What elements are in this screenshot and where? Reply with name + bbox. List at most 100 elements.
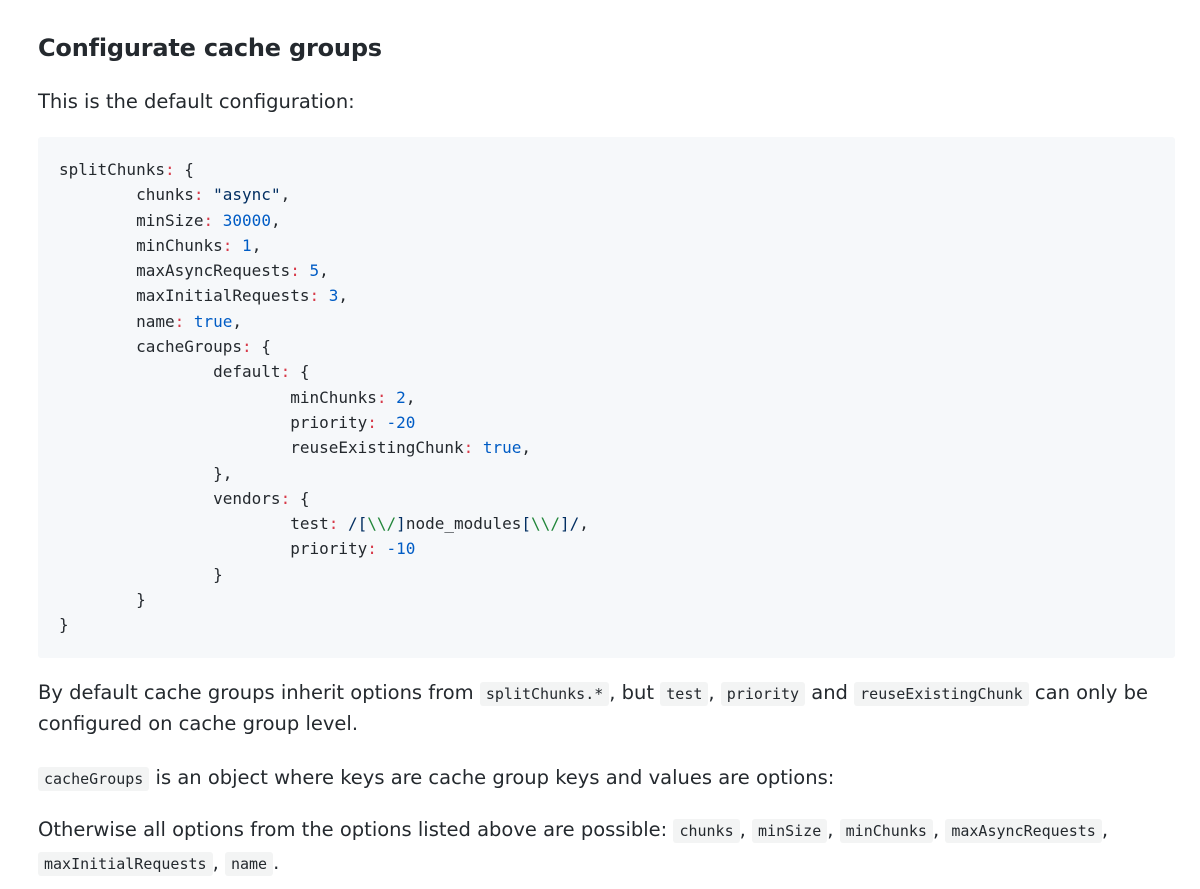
- code-token: :: [376, 387, 387, 407]
- code-token: {: [290, 362, 310, 382]
- code-token: :: [242, 337, 252, 357]
- code-token: splitChunks: [59, 160, 165, 179]
- inline-code-splitchunks: splitChunks.*: [479, 682, 610, 706]
- code-token: minSize: [59, 210, 204, 230]
- inline-code-reuseexistingchunk: reuseExistingChunk: [854, 682, 1029, 706]
- code-token: :: [328, 514, 339, 534]
- inline-code-minchunks: minChunks: [839, 819, 933, 843]
- intro-paragraph: This is the default configuration:: [38, 90, 355, 113]
- text-fragment: and: [805, 681, 855, 704]
- code-token: name: [59, 311, 175, 331]
- text-fragment: ,: [932, 818, 946, 841]
- code-token: [: [521, 514, 532, 534]
- code-token: test: [59, 514, 329, 534]
- code-token: reuseExistingChunk: [59, 438, 464, 458]
- code-token: :: [164, 160, 175, 179]
- code-token: }: [59, 590, 146, 610]
- text-fragment: ,: [708, 681, 721, 704]
- code-line: reuseExistingChunk: true,: [59, 435, 1175, 460]
- code-token: ,: [319, 261, 329, 281]
- inline-code-test: test: [660, 682, 709, 706]
- code-token: 1: [242, 235, 252, 255]
- code-token: -20: [386, 412, 416, 432]
- code-token: true: [482, 438, 522, 458]
- code-token: priority: [59, 412, 368, 432]
- code-line: }: [59, 587, 1175, 612]
- code-token: :: [309, 286, 320, 306]
- code-token: :: [367, 539, 377, 559]
- code-token: 3: [328, 286, 339, 306]
- code-line: },: [59, 461, 1175, 486]
- code-line: maxAsyncRequests: 5,: [59, 258, 1175, 283]
- code-token: cacheGroups: [59, 337, 243, 357]
- code-token: chunks: [59, 185, 194, 205]
- code-line: default: {: [59, 359, 1175, 384]
- inline-code-chunks: chunks: [673, 819, 740, 843]
- code-line: }: [59, 612, 1175, 637]
- code-line: minChunks: 1,: [59, 233, 1175, 258]
- code-line: minChunks: 2,: [59, 385, 1175, 410]
- text-fragment: Otherwise all options from the options l…: [38, 818, 674, 841]
- code-line: chunks: "async",: [59, 182, 1175, 207]
- code-token: }: [59, 564, 223, 584]
- code-token: ,: [579, 514, 589, 534]
- code-token: ]/: [559, 514, 580, 534]
- text-fragment: .: [273, 851, 280, 874]
- code-token: :: [463, 438, 474, 458]
- code-line: priority: -10: [59, 536, 1175, 561]
- code-token: ,: [232, 311, 243, 331]
- section-heading: Configurate cache groups: [38, 34, 382, 62]
- options-paragraph: Otherwise all options from the options l…: [38, 814, 1175, 880]
- code-token: ,: [521, 438, 532, 458]
- code-token: :: [367, 412, 377, 432]
- code-token: {: [174, 160, 194, 179]
- code-token: ,: [405, 387, 416, 407]
- code-token: :: [280, 488, 291, 508]
- text-fragment: is an object where keys are cache group …: [149, 766, 835, 789]
- text-fragment: By default cache groups inherit options …: [38, 681, 480, 704]
- text-fragment: ,: [212, 851, 225, 874]
- code-token: }: [59, 615, 69, 635]
- inline-code-name: name: [224, 852, 274, 876]
- code-token: {: [251, 337, 271, 357]
- code-token: :: [222, 235, 233, 255]
- code-token: default: [59, 362, 281, 382]
- cachegroups-paragraph: cacheGroups is an object where keys are …: [38, 762, 1175, 795]
- code-token: :: [280, 362, 291, 382]
- code-token: ,: [251, 235, 262, 255]
- inline-code-maxinitialrequests: maxInitialRequests: [38, 852, 213, 876]
- code-token: \\/: [367, 514, 397, 534]
- code-token: :: [174, 311, 185, 331]
- code-token: :: [203, 210, 214, 230]
- text-fragment: , but: [609, 681, 661, 704]
- code-token: 30000: [222, 210, 271, 230]
- code-line: test: /[\\/]node_modules[\\/]/,: [59, 511, 1175, 536]
- code-token: node_modules: [405, 514, 522, 534]
- text-fragment: ,: [739, 818, 753, 841]
- code-token: maxAsyncRequests: [59, 261, 291, 281]
- code-line: splitChunks: {: [59, 157, 1175, 182]
- code-line: vendors: {: [59, 486, 1175, 511]
- code-token: :: [193, 185, 204, 205]
- code-token: \\/: [531, 514, 560, 534]
- code-token: -10: [386, 539, 416, 559]
- code-token: :: [290, 261, 300, 281]
- inline-code-cachegroups: cacheGroups: [38, 767, 150, 791]
- code-token: ,: [270, 210, 281, 230]
- code-token: ,: [338, 286, 349, 306]
- code-token: minChunks: [59, 387, 377, 407]
- code-line: maxInitialRequests: 3,: [59, 283, 1175, 308]
- code-token: ]: [396, 514, 406, 534]
- code-token: true: [193, 311, 233, 331]
- code-token: minChunks: [59, 235, 223, 255]
- inline-code-minsize: minSize: [752, 819, 828, 843]
